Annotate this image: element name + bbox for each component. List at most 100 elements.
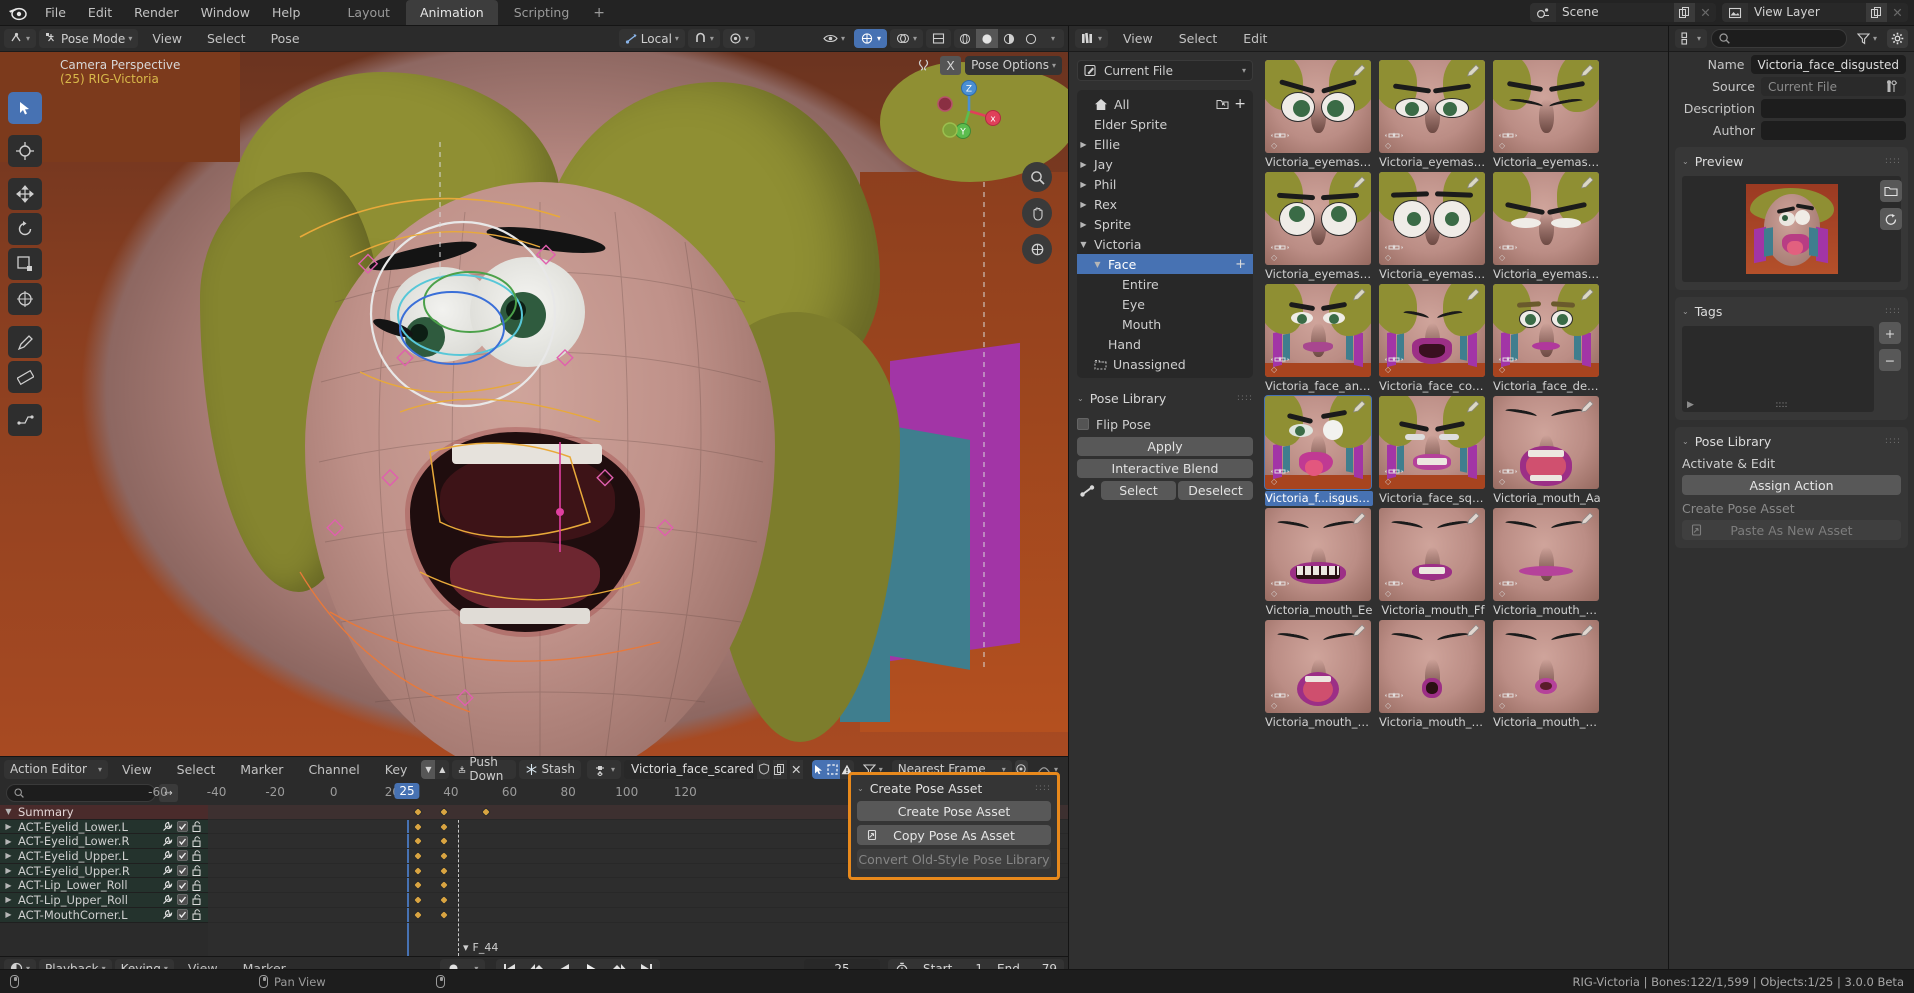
asset-thumbnail[interactable]: ◇	[1493, 620, 1599, 713]
asset-item[interactable]: ◇Victoria_mouth_Aa	[1493, 396, 1601, 506]
catalog-item-victoria[interactable]: ▼Victoria	[1077, 234, 1253, 254]
zoom-icon[interactable]	[1022, 162, 1052, 192]
shading-wireframe[interactable]	[954, 29, 976, 48]
asset-item[interactable]: ◇Victoria_face_cont...	[1379, 284, 1487, 394]
asset-library-selector[interactable]: Current File ▾	[1077, 60, 1253, 81]
metadata-value[interactable]: Current File	[1761, 77, 1906, 96]
shading-dropdown[interactable]: ▾	[1042, 29, 1064, 48]
asset-item[interactable]: ◇Victoria_face_ann...	[1265, 284, 1373, 394]
channel-row[interactable]: ▶ACT-Eyelid_Lower.R	[0, 834, 208, 849]
keyframe[interactable]	[439, 880, 449, 890]
proportional-edit-button[interactable]: ▾	[723, 29, 755, 48]
tweak-tool[interactable]	[8, 92, 42, 124]
action-duplicate-icon[interactable]	[773, 760, 786, 779]
deselect-bones-button[interactable]: Deselect	[1178, 481, 1253, 500]
add-workspace-button[interactable]: +	[585, 2, 613, 24]
copy-pose-as-asset-button[interactable]: Copy Pose As Asset	[857, 825, 1051, 845]
catalog-item-jay[interactable]: ▶Jay	[1077, 154, 1253, 174]
catalog-item-ellie[interactable]: ▶Ellie	[1077, 134, 1253, 154]
browse-action-up-icon[interactable]: ▲	[435, 760, 449, 779]
asset-thumbnail[interactable]: ◇	[1265, 508, 1371, 601]
catalog-item-elder-sprite[interactable]: ▶Elder Sprite	[1077, 114, 1253, 134]
shading-mode-selector[interactable]: ▾	[954, 29, 1064, 48]
catalog-item-eye[interactable]: ▶Eye	[1077, 294, 1253, 314]
create-pose-asset-header[interactable]: ⌄ Create Pose Asset ::::	[857, 779, 1051, 797]
asset-thumbnail[interactable]: ◇	[1379, 172, 1485, 265]
viewport-menu-view[interactable]: View	[141, 28, 193, 49]
keyframe[interactable]	[413, 910, 423, 920]
keyframe[interactable]	[413, 807, 423, 817]
catalog-item-mouth[interactable]: ▶Mouth	[1077, 314, 1253, 334]
shading-solid[interactable]	[976, 29, 998, 48]
asset-item[interactable]: ◇Victoria_eyemask_...	[1265, 172, 1373, 282]
checkbox-icon[interactable]	[177, 821, 188, 832]
checkbox-icon[interactable]	[177, 909, 188, 920]
measure-tool[interactable]	[8, 361, 42, 393]
channel-row[interactable]: ▶ACT-Lip_Upper_Roll	[0, 893, 208, 908]
pose-options-button[interactable]: Pose Options ▾	[965, 56, 1062, 75]
asset-thumbnail[interactable]: ◇	[1379, 508, 1485, 601]
dope-menu-channel[interactable]: Channel	[297, 759, 370, 780]
asset-item[interactable]: ◇Victoria_f...isgusted	[1265, 396, 1373, 506]
chevron-right-icon[interactable]: ▶	[4, 910, 13, 919]
tab-animation[interactable]: Animation	[406, 0, 498, 25]
metadata-value[interactable]	[1761, 99, 1906, 118]
create-pose-asset-button[interactable]: Create Pose Asset	[857, 801, 1051, 821]
catalog-item-phil[interactable]: ▶Phil	[1077, 174, 1253, 194]
asset-item[interactable]: ◇Victoria_face_defa...	[1493, 284, 1601, 394]
checkbox-icon[interactable]	[177, 894, 188, 905]
panel-grip[interactable]: ::::	[1885, 306, 1901, 316]
chevron-right-icon[interactable]: ▶	[1079, 220, 1088, 229]
folder-icon[interactable]	[1880, 180, 1902, 202]
viewport-menu-pose[interactable]: Pose	[260, 28, 311, 49]
channel-search-input[interactable]	[6, 784, 156, 802]
box-select-icon[interactable]	[826, 760, 840, 779]
xray-toggle[interactable]	[926, 29, 951, 48]
tool-icon[interactable]	[1886, 79, 1900, 93]
unlock-icon[interactable]	[192, 909, 202, 920]
flip-pose-checkbox[interactable]	[1077, 418, 1089, 430]
menu-edit[interactable]: Edit	[77, 2, 123, 23]
camera-icon[interactable]	[1022, 234, 1052, 264]
keyframe[interactable]	[413, 836, 423, 846]
dope-menu-marker[interactable]: Marker	[229, 759, 294, 780]
chevron-right-icon[interactable]: ▶	[1079, 160, 1088, 169]
asset-menu-select[interactable]: Select	[1168, 28, 1229, 49]
scene-name[interactable]: Scene	[1556, 3, 1674, 22]
pose-library-panel-header[interactable]: ⌄ Pose Library ::::	[1077, 388, 1253, 408]
asset-item[interactable]: ◇Victoria_mouth_Ee	[1265, 508, 1373, 618]
catalog-item-hand[interactable]: ▶Hand	[1077, 334, 1253, 354]
catalog-item-face[interactable]: ▼Face+	[1077, 254, 1253, 274]
current-frame-indicator[interactable]: 25	[394, 783, 419, 799]
chevron-right-icon[interactable]: ▶	[1079, 140, 1088, 149]
scale-tool[interactable]	[8, 248, 42, 280]
interactive-blend-button[interactable]: Interactive Blend	[1077, 459, 1253, 478]
keyframe[interactable]	[439, 851, 449, 861]
keyframe-row[interactable]	[208, 878, 1068, 893]
unlock-icon[interactable]	[192, 850, 202, 861]
wrench-icon[interactable]	[162, 880, 173, 891]
refresh-icon[interactable]	[1880, 208, 1902, 230]
marker-label[interactable]: ▾ F_44	[463, 941, 498, 954]
channel-row[interactable]: ▶ACT-Lip_Lower_Roll	[0, 878, 208, 893]
action-close-icon[interactable]: ✕	[790, 760, 803, 779]
keyframe[interactable]	[413, 880, 423, 890]
tab-scripting[interactable]: Scripting	[500, 0, 584, 25]
filter-icon[interactable]: ▾	[1851, 29, 1883, 48]
keyframe[interactable]	[439, 822, 449, 832]
push-down-button[interactable]: Push Down	[452, 760, 516, 779]
tags-panel-header[interactable]: ⌄ Tags ::::	[1682, 302, 1901, 320]
action-browse-buttons[interactable]: ▼ ▲	[421, 760, 449, 779]
channel-row[interactable]: ▶ACT-Eyelid_Lower.L	[0, 820, 208, 835]
tab-layout[interactable]: Layout	[333, 0, 404, 25]
dope-editor-mode-selector[interactable]: Action Editor ▾	[4, 760, 108, 779]
paste-as-new-asset-button[interactable]: Paste As New Asset	[1682, 520, 1901, 540]
cursor-tool[interactable]	[8, 135, 42, 167]
transform-tool[interactable]	[8, 283, 42, 315]
asset-thumbnail[interactable]: ◇	[1265, 396, 1371, 489]
view-layer-close-icon[interactable]: ✕	[1887, 3, 1908, 22]
checkbox-icon[interactable]	[177, 850, 188, 861]
view-layer-name[interactable]: View Layer	[1748, 3, 1866, 22]
unlock-icon[interactable]	[192, 880, 202, 891]
panel-grip[interactable]: ::::	[1237, 393, 1253, 403]
